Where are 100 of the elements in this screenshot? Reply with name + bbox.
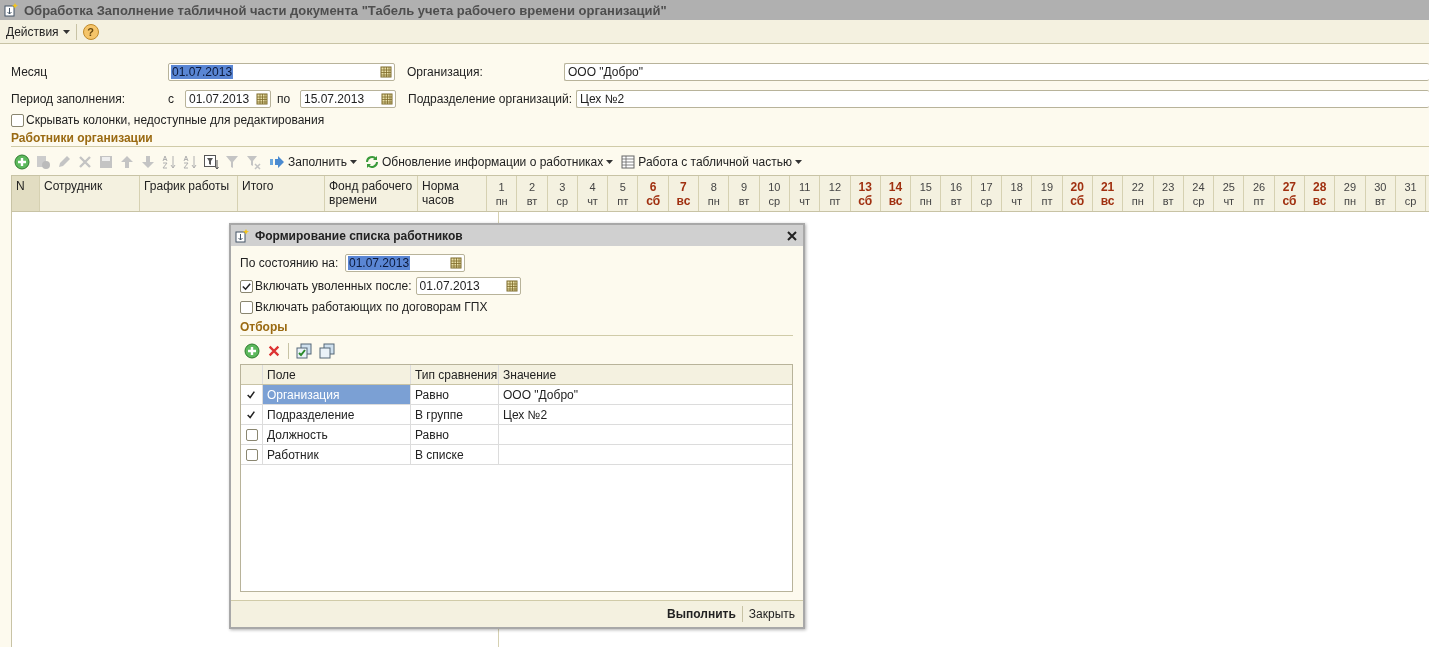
day-column-header[interactable]: 6 сб [638, 176, 669, 211]
checkbox[interactable] [240, 300, 253, 314]
field-label: с [168, 91, 175, 106]
day-column-header[interactable]: 16 вт [941, 176, 972, 211]
table-cell: Равно [411, 425, 499, 444]
month-field[interactable]: 01.07.2013 [168, 62, 395, 81]
checkbox[interactable] [240, 279, 253, 293]
day-column-header[interactable]: 11 чт [789, 176, 821, 211]
document-icon [4, 3, 18, 17]
day-column-header[interactable]: 17 ср [971, 176, 1003, 211]
table-cell: ООО "Добро" [503, 387, 578, 402]
delete-icon[interactable] [267, 344, 281, 358]
day-column-header[interactable]: 7 вс [668, 176, 700, 211]
column-header[interactable]: Значение [499, 365, 792, 384]
table-cell[interactable]: Должность [263, 425, 411, 444]
toolbar-menu-button[interactable]: Работа с табличной частью [621, 155, 802, 169]
day-column-header[interactable]: 5 пт [608, 176, 639, 211]
add-icon[interactable] [14, 154, 30, 170]
column-header[interactable]: Норма часов [418, 176, 487, 211]
date-field[interactable]: 01.07.2013 [345, 254, 465, 272]
table-cell[interactable]: Работник [263, 445, 411, 464]
calendar-icon[interactable] [450, 257, 462, 269]
checkbox-label: Скрывать колонки, недоступные для редактирования [26, 113, 325, 127]
day-column-header[interactable]: 19 пт [1032, 176, 1063, 211]
section-title: Отборы [240, 320, 793, 336]
caret-icon [349, 160, 357, 164]
day-column-header[interactable]: 25 чт [1214, 176, 1245, 211]
window-title: Обработка Заполнение табличной части документа "Табель учета рабочего времени организаций" [24, 2, 667, 18]
run-button[interactable]: Выполнить [667, 607, 736, 621]
check-icon[interactable] [246, 389, 256, 400]
day-column-header[interactable]: 8 пн [699, 176, 730, 211]
checkbox[interactable] [246, 428, 258, 441]
day-column-header[interactable]: 13 сб [850, 176, 881, 211]
calendar-icon[interactable] [505, 280, 518, 292]
checkbox-label: Включать работающих по договорам ГПХ [255, 300, 488, 314]
help-button[interactable]: ? [82, 23, 99, 40]
field-label: по [276, 91, 292, 106]
table-cell[interactable]: Подразделение [263, 405, 411, 424]
field-label: Организация: [407, 64, 484, 79]
calendar-icon[interactable] [381, 92, 393, 105]
table-icon [621, 155, 636, 169]
day-column-header[interactable]: 18 чт [1002, 176, 1033, 211]
day-column-header[interactable]: 1 пн [487, 176, 518, 211]
organization-field[interactable]: ООО "Добро" [564, 62, 1429, 81]
section-title: Работники организации [11, 131, 1429, 147]
day-column-header[interactable]: 21 вс [1092, 176, 1124, 211]
toolbar-menu-button[interactable]: Обновление информации о работниках [364, 155, 614, 169]
toolbar-menu-button[interactable]: Заполнить [269, 155, 357, 169]
column-header[interactable]: Фонд рабочего времени [325, 176, 418, 211]
table-cell: Цех №2 [503, 407, 548, 422]
column-header[interactable]: График работы [140, 176, 238, 211]
actions-menu[interactable]: Действия [6, 22, 70, 41]
calendar-icon[interactable] [380, 65, 392, 78]
day-column-header[interactable]: 29 пн [1335, 176, 1366, 211]
table-cell: Равно [411, 385, 499, 404]
day-column-header[interactable]: 26 пт [1244, 176, 1275, 211]
dialog-title: Формирование списка работников [255, 228, 464, 243]
day-column-header[interactable]: 30 вт [1365, 176, 1396, 211]
day-column-header[interactable]: 31 ср [1395, 176, 1427, 211]
document-icon [235, 228, 249, 243]
column-header[interactable]: Сотрудник [40, 176, 140, 211]
column-header[interactable]: N [12, 176, 40, 211]
refresh-icon [364, 155, 379, 169]
calendar-icon[interactable] [256, 92, 268, 105]
add-icon[interactable] [244, 343, 260, 359]
field-label: По состоянию на: [240, 256, 340, 270]
day-column-header[interactable]: 22 пн [1123, 176, 1154, 211]
field-label: Период заполнения: [11, 91, 126, 106]
date-field[interactable]: 15.07.2013 [300, 89, 396, 108]
column-header[interactable]: Тип сравнения [411, 365, 499, 384]
filter-icon[interactable] [203, 154, 219, 170]
caret-icon [606, 160, 614, 164]
column-header[interactable]: Поле [263, 365, 411, 384]
day-column-header[interactable]: 14 вс [880, 176, 912, 211]
day-column-header[interactable]: 27 сб [1274, 176, 1305, 211]
uncheck-all-icon[interactable] [319, 343, 335, 359]
day-column-header[interactable]: 10 ср [759, 176, 790, 211]
check-all-icon[interactable] [296, 343, 312, 359]
day-column-header[interactable]: 4 чт [577, 176, 609, 211]
column-header[interactable]: Итого [238, 176, 325, 211]
division-field[interactable]: Цех №2 [576, 89, 1429, 108]
checkbox[interactable] [246, 448, 258, 461]
caret-icon [794, 160, 802, 164]
field-label: Месяц [11, 64, 49, 79]
day-column-header[interactable]: 15 пн [911, 176, 942, 211]
close-button[interactable]: Закрыть [748, 607, 795, 621]
day-column-header[interactable]: 12 пт [820, 176, 851, 211]
day-column-header[interactable]: 24 ср [1183, 176, 1215, 211]
day-column-header[interactable]: 20 сб [1062, 176, 1093, 211]
day-column-header[interactable]: 2 вт [517, 176, 548, 211]
day-column-header[interactable]: 28 вс [1305, 176, 1336, 211]
check-icon[interactable] [246, 409, 256, 420]
day-column-header[interactable]: 9 вт [729, 176, 760, 211]
date-field[interactable]: 01.07.2013 [415, 277, 521, 295]
checkbox-label: Включать уволенных после: [255, 279, 412, 293]
date-field[interactable]: 01.07.2013 [185, 89, 271, 108]
close-icon[interactable] [787, 230, 797, 241]
day-column-header[interactable]: 3 ср [547, 176, 578, 211]
day-column-header[interactable]: 23 вт [1153, 176, 1184, 211]
checkbox[interactable] [11, 113, 24, 127]
